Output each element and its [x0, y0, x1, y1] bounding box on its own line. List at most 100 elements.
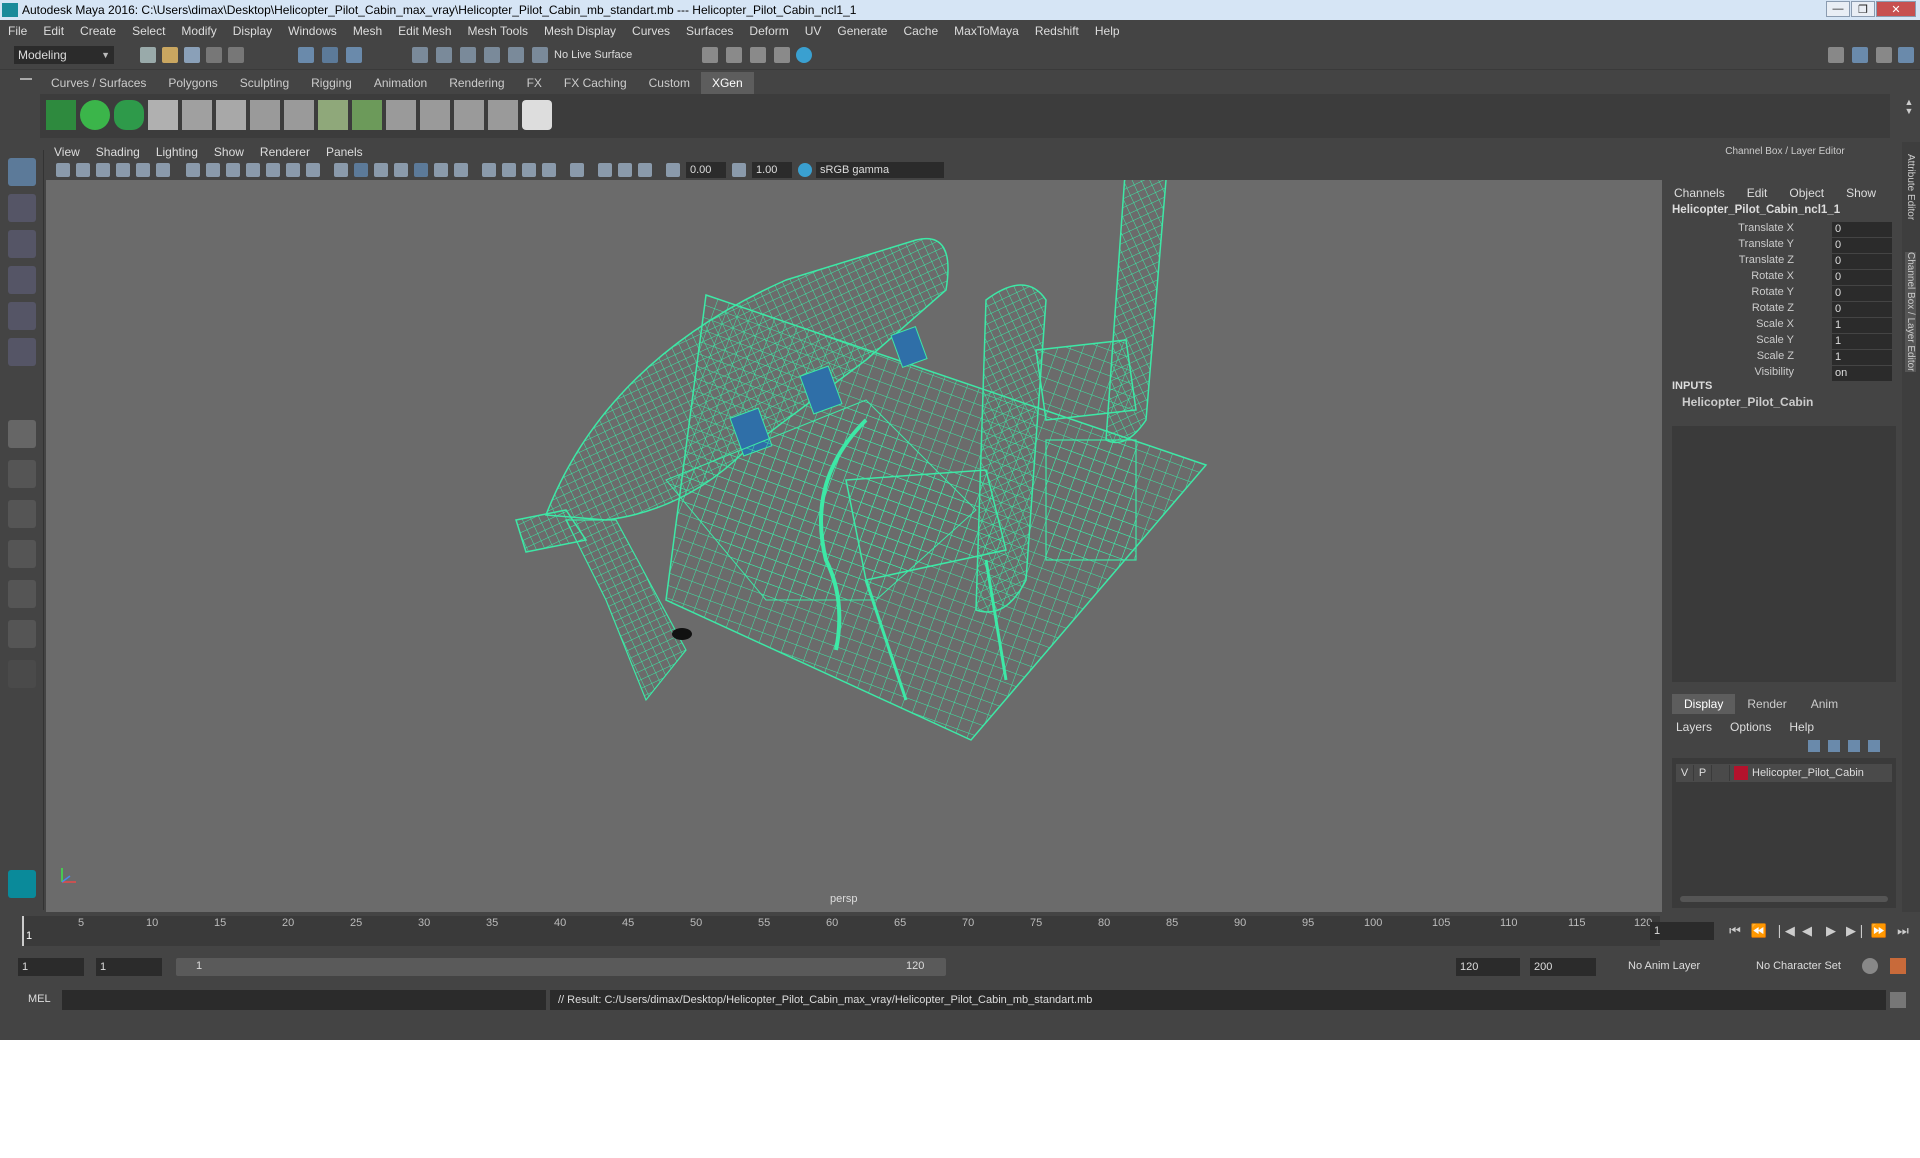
layer-color-swatch[interactable]	[1734, 766, 1748, 780]
close-button[interactable]: ✕	[1876, 1, 1916, 17]
safe-title-icon[interactable]	[306, 163, 320, 177]
tab-rigging[interactable]: Rigging	[300, 72, 363, 94]
maximize-button[interactable]: ❐	[1851, 1, 1875, 17]
depth-of-field-icon[interactable]	[542, 163, 556, 177]
menu-uv[interactable]: UV	[797, 24, 830, 38]
convert-guides-icon[interactable]	[454, 100, 484, 130]
vp-menu-panels[interactable]: Panels	[318, 145, 371, 159]
new-scene-icon[interactable]	[140, 47, 156, 63]
rotate-tool-icon[interactable]	[8, 302, 36, 330]
anti-aliasing-icon[interactable]	[522, 163, 536, 177]
layer-name[interactable]: Helicopter_Pilot_Cabin	[1752, 767, 1864, 779]
wireframe-icon[interactable]	[334, 163, 348, 177]
tab-polygons[interactable]: Polygons	[157, 72, 228, 94]
tab-render[interactable]: Render	[1735, 694, 1798, 714]
snap-surface-icon[interactable]	[508, 47, 524, 63]
grease-pencil-icon[interactable]	[156, 163, 170, 177]
xgen-editor-icon[interactable]	[46, 100, 76, 130]
resolution-gate-icon[interactable]	[226, 163, 240, 177]
menu-cache[interactable]: Cache	[895, 24, 946, 38]
menu-help[interactable]: Help	[1087, 24, 1128, 38]
snap-point-icon[interactable]	[460, 47, 476, 63]
select-hierarchy-icon[interactable]	[298, 47, 314, 63]
viewport-persp[interactable]	[46, 180, 1662, 912]
new-layer-icon[interactable]	[1848, 740, 1860, 752]
tab-sculpting[interactable]: Sculpting	[229, 72, 300, 94]
channel-value[interactable]: 0	[1832, 238, 1892, 253]
command-input[interactable]	[62, 990, 546, 1010]
comb-guides-icon[interactable]	[420, 100, 450, 130]
motion-blur-icon[interactable]	[502, 163, 516, 177]
channel-value[interactable]: 1	[1832, 334, 1892, 349]
outliner-layout-icon[interactable]	[8, 620, 36, 648]
save-scene-icon[interactable]	[184, 47, 200, 63]
play-backwards-icon[interactable]: ◀	[1798, 922, 1816, 940]
tab-anim[interactable]: Anim	[1799, 694, 1850, 714]
xray-icon[interactable]	[598, 163, 612, 177]
hypershade-icon[interactable]	[796, 47, 812, 63]
menu-mesh[interactable]: Mesh	[345, 24, 390, 38]
color-management-icon[interactable]	[798, 163, 812, 177]
playback-end-field[interactable]: 120	[1456, 958, 1520, 976]
append-guides-icon[interactable]	[182, 100, 212, 130]
vp-menu-lighting[interactable]: Lighting	[148, 145, 206, 159]
snap-grid-icon[interactable]	[412, 47, 428, 63]
menu-select[interactable]: Select	[124, 24, 173, 38]
channel-label[interactable]: Scale X	[1756, 318, 1794, 330]
menu-file[interactable]: File	[0, 24, 35, 38]
move-tool-icon[interactable]	[8, 266, 36, 294]
isolate-select-icon[interactable]	[570, 163, 584, 177]
menu-redshift[interactable]: Redshift	[1027, 24, 1087, 38]
use-default-material-icon[interactable]	[374, 163, 388, 177]
menu-display[interactable]: Display	[225, 24, 280, 38]
custom-layout-icon[interactable]	[8, 660, 36, 688]
grow-guides-icon[interactable]	[318, 100, 348, 130]
channel-value[interactable]: 0	[1832, 254, 1892, 269]
select-object-icon[interactable]	[322, 47, 338, 63]
menu-curves[interactable]: Curves	[624, 24, 678, 38]
move-layer-up-icon[interactable]	[1808, 740, 1820, 752]
anim-layer-dropdown[interactable]: No Anim Layer	[1628, 960, 1700, 972]
menu-maxtomaya[interactable]: MaxToMaya	[946, 24, 1027, 38]
attribute-editor-toggle-icon[interactable]	[1852, 47, 1868, 63]
tab-animation[interactable]: Animation	[363, 72, 438, 94]
magnet-icon[interactable]	[532, 47, 548, 63]
layer-menu-help[interactable]: Help	[1789, 720, 1814, 734]
delete-guides-icon[interactable]	[488, 100, 518, 130]
step-back-key-icon[interactable]: ⏪	[1750, 922, 1768, 940]
step-forward-frame-icon[interactable]: ▶❘	[1846, 922, 1867, 940]
menu-create[interactable]: Create	[72, 24, 124, 38]
new-layer-selected-icon[interactable]	[1868, 740, 1880, 752]
menu-deform[interactable]: Deform	[741, 24, 796, 38]
animation-end-field[interactable]: 200	[1530, 958, 1596, 976]
undo-icon[interactable]	[206, 47, 222, 63]
channel-box-toggle-icon[interactable]	[1898, 47, 1914, 63]
attribute-editor-side-tab[interactable]: Attribute Editor	[1905, 154, 1916, 220]
tab-fx[interactable]: FX	[516, 72, 553, 94]
input-node-name[interactable]: Helicopter_Pilot_Cabin	[1682, 395, 1813, 409]
selected-object-name[interactable]: Helicopter_Pilot_Cabin_ncl1_1	[1672, 204, 1840, 216]
layer-display-type-toggle[interactable]	[1712, 765, 1730, 781]
layer-guides-icon[interactable]	[352, 100, 382, 130]
channel-value[interactable]: 0	[1832, 222, 1892, 237]
channel-label[interactable]: Visibility	[1754, 366, 1794, 378]
sculpt-guides-icon[interactable]	[386, 100, 416, 130]
cb-menu-object[interactable]: Object	[1789, 186, 1824, 200]
grid-icon[interactable]	[186, 163, 200, 177]
play-forwards-icon[interactable]: ▶	[1822, 922, 1840, 940]
scale-tool-icon[interactable]	[8, 338, 36, 366]
xray-components-icon[interactable]	[638, 163, 652, 177]
lasso-tool-icon[interactable]	[8, 194, 36, 222]
menu-edit[interactable]: Edit	[35, 24, 72, 38]
xgen-preview-icon[interactable]	[522, 100, 552, 130]
xray-joints-icon[interactable]	[618, 163, 632, 177]
menu-edit-mesh[interactable]: Edit Mesh	[390, 24, 459, 38]
safe-action-icon[interactable]	[286, 163, 300, 177]
channel-label[interactable]: Translate X	[1738, 222, 1794, 234]
persp-hypershade-icon[interactable]	[8, 580, 36, 608]
menu-set-selector[interactable]: Modeling	[14, 46, 114, 64]
preferences-icon[interactable]	[1890, 958, 1906, 974]
tool-settings-toggle-icon[interactable]	[1876, 47, 1892, 63]
gamma-icon[interactable]	[732, 163, 746, 177]
minimize-button[interactable]: —	[1826, 1, 1850, 17]
